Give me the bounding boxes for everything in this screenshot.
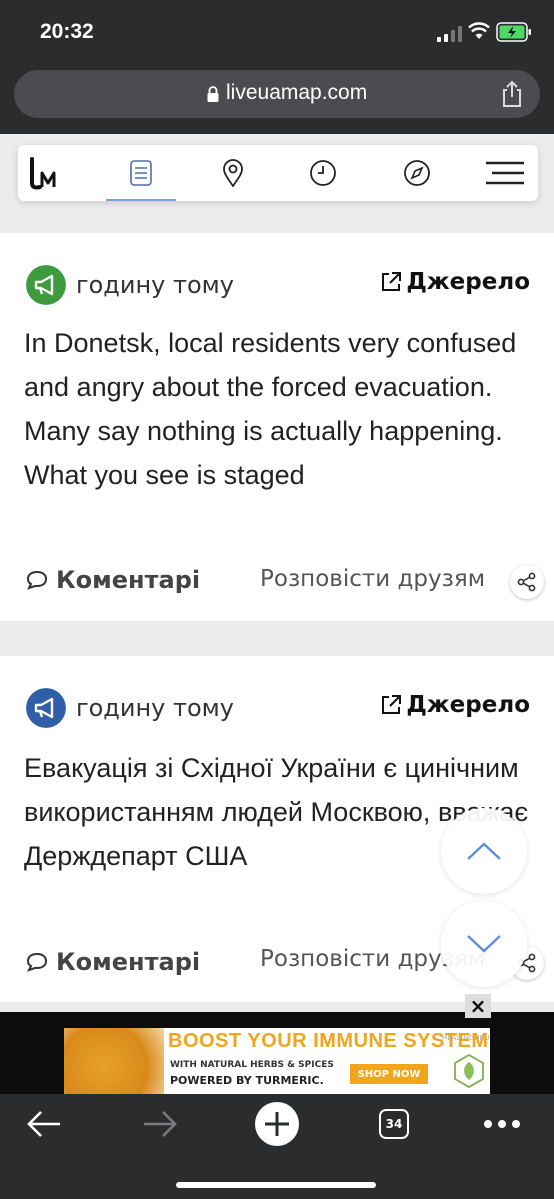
feed-item-text: In Donetsk, local residents very confuse… xyxy=(24,328,517,490)
source-link[interactable]: Джерело xyxy=(380,692,530,718)
address-bar[interactable]: liveuamap.com xyxy=(14,70,540,118)
comments-button[interactable]: Коментарі xyxy=(26,948,200,976)
ad-close-button[interactable]: × xyxy=(465,994,491,1018)
lock-icon xyxy=(207,86,219,102)
wifi-icon xyxy=(468,22,490,39)
arrow-left-icon xyxy=(27,1111,60,1137)
external-link-icon xyxy=(382,695,402,714)
badge-circle xyxy=(26,688,66,728)
external-link-icon xyxy=(382,272,402,291)
ad-container: BOOST YOUR IMMUNE SYSTEM WITH NATURAL HE… xyxy=(0,1012,554,1094)
home-indicator xyxy=(176,1182,376,1188)
comment-icon xyxy=(26,570,48,590)
liveuamap-logo[interactable] xyxy=(26,153,66,193)
ad-banner[interactable]: BOOST YOUR IMMUNE SYSTEM WITH NATURAL HE… xyxy=(64,1028,490,1094)
share-icon[interactable] xyxy=(499,80,525,108)
more-dots-icon xyxy=(484,1120,520,1128)
map-pin-icon xyxy=(223,159,243,187)
more-button[interactable] xyxy=(482,1102,522,1146)
badge-circle xyxy=(26,265,66,305)
ad-subline-2: POWERED BY TURMERIC. xyxy=(170,1074,324,1087)
nav-history-tab[interactable] xyxy=(288,145,358,201)
url-text: liveuamap.com xyxy=(226,81,368,104)
nav-explore-tab[interactable] xyxy=(382,145,452,201)
comments-label: Коментарі xyxy=(56,566,201,594)
chevron-down-icon xyxy=(467,935,501,953)
status-bar: 20:32 xyxy=(0,0,554,62)
arrow-right-icon xyxy=(144,1111,177,1137)
ad-cta-button[interactable]: SHOP NOW xyxy=(350,1064,428,1084)
browser-toolbar: liveuamap.com xyxy=(0,62,554,134)
share-nodes-icon xyxy=(517,572,536,592)
turmeric-image xyxy=(64,1028,164,1094)
feed-item[interactable]: годину тому Джерело In Donetsk, local re… xyxy=(0,233,554,621)
leaf-badge-icon xyxy=(454,1054,484,1088)
megaphone-icon xyxy=(26,265,66,305)
timestamp: годину тому xyxy=(76,694,234,722)
megaphone-icon xyxy=(26,688,66,728)
back-button[interactable] xyxy=(22,1102,66,1146)
scroll-up-button[interactable] xyxy=(441,808,527,894)
news-feed-icon xyxy=(130,160,152,186)
signal-icon xyxy=(437,26,462,42)
ad-subline: WITH NATURAL HERBS & SPICES xyxy=(170,1060,334,1070)
site-nav xyxy=(18,145,538,201)
share-with-friends[interactable]: Розповісти друзям xyxy=(260,566,485,592)
new-tab-button[interactable] xyxy=(254,1102,300,1146)
tabs-button[interactable]: 34 xyxy=(379,1109,409,1139)
battery-icon xyxy=(496,22,531,42)
comment-icon xyxy=(26,952,48,972)
share-button[interactable] xyxy=(510,565,544,599)
source-label: Джерело xyxy=(406,692,530,718)
source-link[interactable]: Джерело xyxy=(380,269,530,295)
nav-map-tab[interactable] xyxy=(198,145,268,201)
scroll-down-button[interactable] xyxy=(441,901,527,987)
comments-label: Коментарі xyxy=(56,948,201,976)
forward-button[interactable] xyxy=(138,1102,182,1146)
timestamp: годину тому xyxy=(76,271,234,299)
compass-icon xyxy=(404,160,430,186)
clock-icon xyxy=(310,160,336,186)
browser-bottom-toolbar: 34 xyxy=(0,1094,554,1199)
plus-icon xyxy=(255,1102,299,1146)
ad-brand: HEALTHGURU xyxy=(442,1034,490,1042)
ad-headline: BOOST YOUR IMMUNE SYSTEM xyxy=(168,1030,489,1052)
chevron-up-icon xyxy=(467,842,501,860)
comments-button[interactable]: Коментарі xyxy=(26,566,200,594)
nav-menu-button[interactable] xyxy=(470,145,540,201)
nav-feed-tab[interactable] xyxy=(106,145,176,201)
menu-icon xyxy=(486,161,524,185)
source-label: Джерело xyxy=(406,269,530,295)
status-time: 20:32 xyxy=(40,20,94,43)
